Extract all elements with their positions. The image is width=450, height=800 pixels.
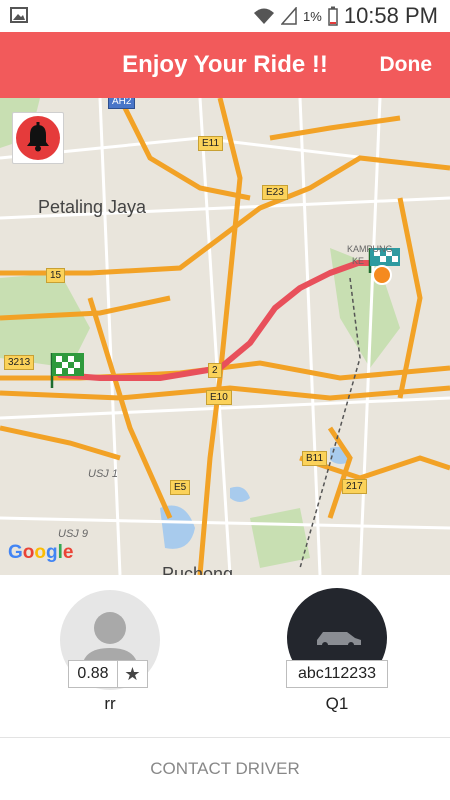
place-label-usj9: USJ 9 <box>58 528 88 540</box>
alarm-button[interactable] <box>12 112 64 164</box>
google-logo: Google <box>8 542 74 563</box>
driver-plate: abc112233 <box>286 660 388 688</box>
road-shield-217: 217 <box>342 479 367 494</box>
driver-name: Q1 <box>325 694 349 713</box>
rider-name: rr <box>104 694 116 713</box>
wifi-icon <box>254 8 275 24</box>
place-label-usj1: USJ 1 <box>88 468 118 480</box>
road-shield-ah2: AH2 <box>108 98 136 109</box>
app-bar: Enjoy Your Ride !! Done <box>0 32 450 98</box>
place-label-kampung: KAMPUNG <box>347 244 393 254</box>
done-button[interactable]: Done <box>380 32 433 98</box>
battery-percent: 1% <box>303 8 322 24</box>
status-bar: 1% 10:58 PM <box>0 0 450 32</box>
gallery-icon <box>10 7 28 23</box>
bell-icon <box>16 116 60 160</box>
road-shield-15: 15 <box>46 268 66 283</box>
place-label-petaling-jaya: Petaling Jaya <box>38 197 147 217</box>
road-shield-e10: E10 <box>206 390 232 405</box>
map-view[interactable]: Petaling Jaya Puchong USJ 1 USJ 9 KAMPUN… <box>0 98 450 575</box>
road-shield-e11: E11 <box>198 136 224 151</box>
battery-icon <box>328 6 338 26</box>
map-canvas <box>0 98 450 575</box>
clock: 10:58 PM <box>343 3 438 28</box>
contact-driver-button[interactable]: CONTACT DRIVER <box>0 738 450 800</box>
rider-rating: 0.88 <box>69 661 118 687</box>
star-icon: ★ <box>124 664 141 684</box>
rider-rating-box: 0.88 ★ <box>68 660 148 688</box>
road-shield-e5: E5 <box>170 480 191 495</box>
place-label-puchong: Puchong <box>162 564 234 575</box>
place-label-ke: KE <box>352 256 365 266</box>
current-location-dot <box>372 265 392 285</box>
signal-icon <box>281 7 297 25</box>
road-shield-b11: B11 <box>302 451 328 466</box>
road-shield-3213: 3213 <box>4 355 35 370</box>
road-shield-2: 2 <box>208 363 222 378</box>
road-shield-e23: E23 <box>262 185 288 200</box>
